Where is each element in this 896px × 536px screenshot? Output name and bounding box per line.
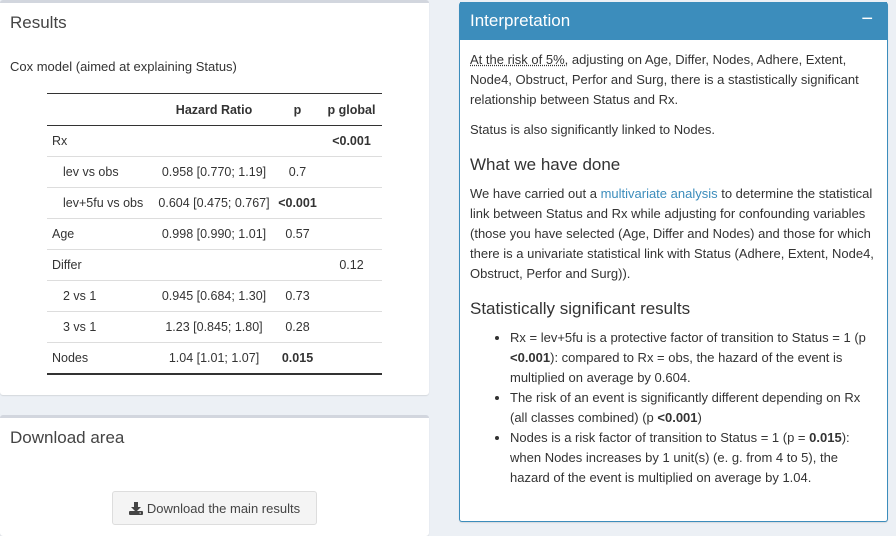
download-button[interactable]: Download the main results: [112, 491, 317, 525]
p-global-cell: 0.12: [321, 249, 382, 281]
table-row: lev+5fu vs obs 0.604 [0.475; 0.767] <0.001: [47, 187, 382, 219]
download-title: Download area: [10, 428, 125, 447]
result-text: ): compared to Rx = obs, the hazard of t…: [510, 350, 843, 385]
p-value-cell: 0.57: [274, 218, 321, 250]
secondary-conclusion: Status is also significantly linked to N…: [470, 122, 715, 137]
p-global-cell: [321, 311, 382, 343]
interpretation-header: Interpretation −: [460, 2, 887, 40]
download-button-label: Download the main results: [146, 500, 301, 516]
model-subtitle: Cox model (aimed at explaining Status): [10, 59, 237, 74]
hazard-ratio-cell: [154, 249, 274, 281]
significant-results-list: Rx = lev+5fu is a protective factor of t…: [470, 328, 877, 488]
p-global-cell: [321, 280, 382, 312]
p-value: 0.015: [809, 430, 842, 445]
table-row: Nodes 1.04 [1.01; 1.07] 0.015: [47, 342, 382, 374]
header-label: [47, 93, 154, 126]
hazard-ratio-cell: 1.04 [1.01; 1.07]: [154, 342, 274, 374]
row-label: 2 vs 1: [47, 280, 154, 312]
conclusion-paragraph: At the risk of 5%, adjusting on Age, Dif…: [470, 50, 877, 110]
result-text: ): [697, 410, 702, 425]
p-value-cell: 0.28: [274, 311, 321, 343]
table-row: 2 vs 1 0.945 [0.684; 1.30] 0.73: [47, 280, 382, 312]
hazard-ratio-cell: 0.945 [0.684; 1.30]: [154, 280, 274, 312]
header-p-global: p global: [321, 93, 382, 126]
risk-level-tooltip[interactable]: At the risk of 5%,: [470, 52, 568, 67]
hazard-ratio-cell: 1.23 [0.845; 1.80]: [154, 311, 274, 343]
table-row: lev vs obs 0.958 [0.770; 1.19] 0.7: [47, 156, 382, 188]
table-row: Age 0.998 [0.990; 1.01] 0.57: [47, 218, 382, 250]
interpretation-body: At the risk of 5%, adjusting on Age, Dif…: [460, 40, 887, 498]
heading-significant-results: Statistically significant results: [470, 299, 691, 318]
results-box: Results Cox model (aimed at explaining S…: [0, 0, 429, 395]
list-item: Nodes is a risk factor of transition to …: [510, 428, 877, 488]
row-label: lev vs obs: [47, 156, 154, 188]
list-item: Rx = lev+5fu is a protective factor of t…: [510, 328, 877, 388]
hazard-ratio-cell: 0.998 [0.990; 1.01]: [154, 218, 274, 250]
interpretation-title: Interpretation: [470, 11, 571, 30]
interpretation-box: Interpretation − At the risk of 5%, adju…: [459, 2, 888, 522]
hazard-ratio-cell: 0.958 [0.770; 1.19]: [154, 156, 274, 188]
multivariate-analysis-link[interactable]: multivariate analysis: [601, 186, 718, 201]
hazard-ratio-cell: 0.604 [0.475; 0.767]: [154, 187, 274, 219]
row-label: Rx: [47, 125, 154, 157]
result-text: Rx = lev+5fu is a protective factor of t…: [510, 330, 866, 345]
list-item: The risk of an event is significantly di…: [510, 388, 877, 428]
cox-table: Hazard Ratio p p global Rx <0.001 lev vs o…: [47, 93, 382, 375]
heading-what-we-have-done: What we have done: [470, 155, 621, 174]
p-global-cell: [321, 156, 382, 188]
p-value-cell: 0.015: [274, 342, 321, 374]
row-label: Nodes: [47, 342, 154, 374]
p-value: <0.001: [657, 410, 698, 425]
header-hazard-ratio: Hazard Ratio: [154, 93, 274, 126]
p-value-cell: 0.73: [274, 280, 321, 312]
p-global-cell: <0.001: [321, 125, 382, 157]
method-paragraph: We have carried out a multivariate analy…: [470, 184, 877, 284]
download-box: Download area Download the main results: [0, 415, 429, 536]
table-body: Rx <0.001 lev vs obs 0.958 [0.770; 1.19] 0.7…: [47, 125, 382, 374]
table-row: 3 vs 1 1.23 [0.845; 1.80] 0.28: [47, 311, 382, 343]
row-label: Age: [47, 218, 154, 250]
table-row: Differ 0.12: [47, 249, 382, 281]
method-text-pre: We have carried out a: [470, 186, 601, 201]
row-label: lev+5fu vs obs: [47, 187, 154, 219]
p-global-cell: [321, 218, 382, 250]
download-icon: [128, 501, 143, 515]
collapse-icon[interactable]: −: [861, 8, 873, 31]
p-value-cell: [274, 125, 321, 157]
p-value-cell: 0.7: [274, 156, 321, 188]
table-row: Rx <0.001: [47, 125, 382, 157]
p-global-cell: [321, 187, 382, 219]
p-global-cell: [321, 342, 382, 374]
table-header-row: Hazard Ratio p p global: [47, 93, 382, 126]
p-value-cell: [274, 249, 321, 281]
p-value-cell: <0.001: [274, 187, 321, 219]
result-text: Nodes is a risk factor of transition to …: [510, 430, 810, 445]
hazard-ratio-cell: [154, 125, 274, 157]
header-p: p: [274, 93, 321, 126]
row-label: 3 vs 1: [47, 311, 154, 343]
results-title: Results: [10, 13, 67, 32]
p-value: <0.001: [510, 350, 551, 365]
row-label: Differ: [47, 249, 154, 281]
